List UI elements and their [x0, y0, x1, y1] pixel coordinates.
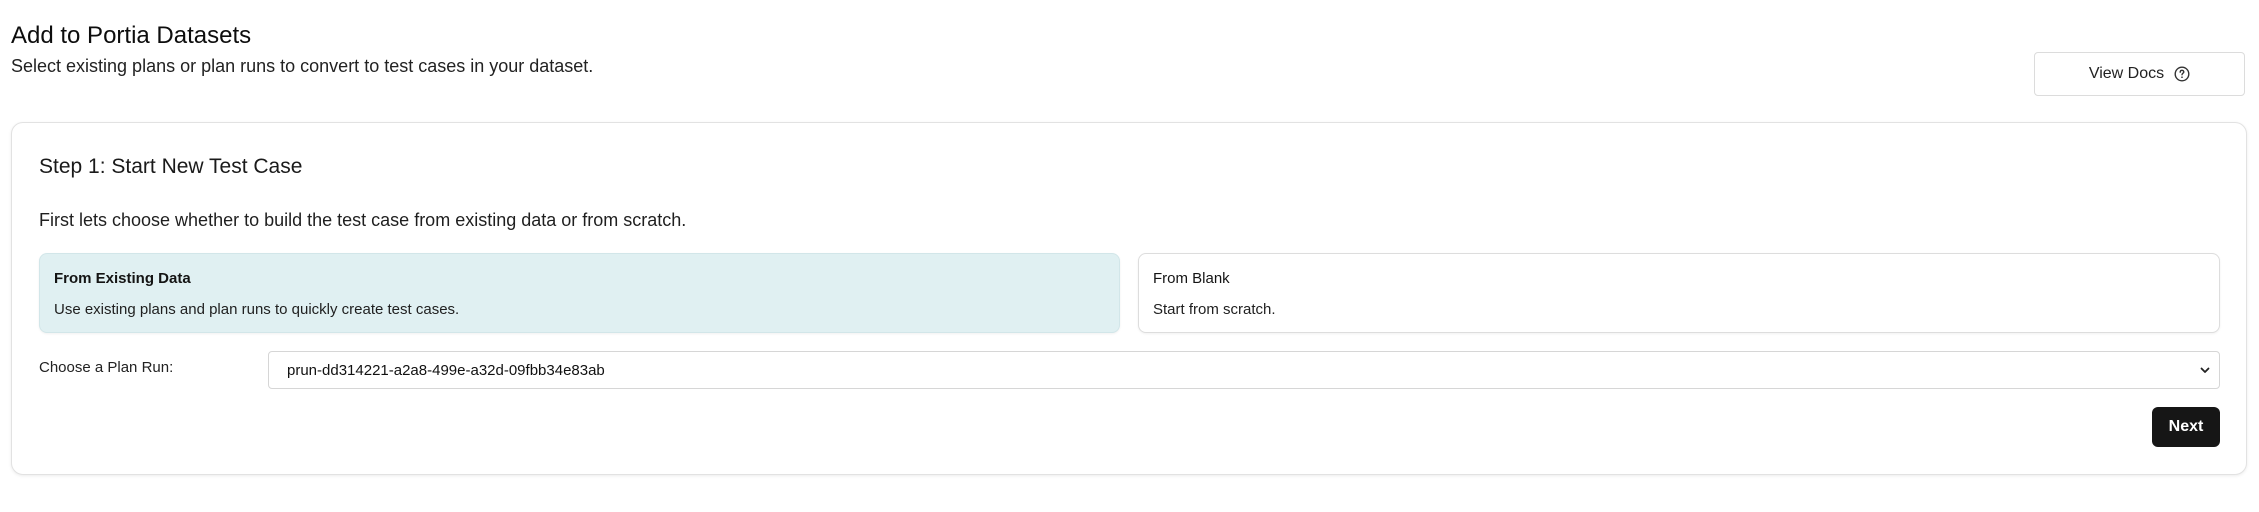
next-button[interactable]: Next: [2152, 407, 2220, 447]
option-from-blank[interactable]: From Blank Start from scratch.: [1138, 253, 2220, 333]
help-circle-icon: [2174, 66, 2190, 82]
view-docs-label: View Docs: [2088, 65, 2165, 82]
view-docs-button[interactable]: View Docs: [2034, 52, 2245, 96]
option-from-existing-data[interactable]: From Existing Data Use existing plans an…: [39, 253, 1120, 333]
plan-run-select[interactable]: prun-dd314221-a2a8-499e-a32d-09fbb34e83a…: [268, 351, 2220, 389]
step-description: First lets choose whether to build the t…: [39, 210, 687, 230]
option-description: Use existing plans and plan runs to quic…: [54, 301, 460, 318]
plan-run-value: prun-dd314221-a2a8-499e-a32d-09fbb34e83a…: [287, 361, 605, 379]
page: Add to Portia Datasets Select existing p…: [0, 0, 2259, 512]
page-title: Add to Portia Datasets: [11, 22, 252, 49]
step-card: Step 1: Start New Test Case First lets c…: [11, 122, 2247, 475]
option-title: From Existing Data: [54, 270, 191, 287]
plan-run-label: Choose a Plan Run:: [39, 359, 174, 376]
option-title: From Blank: [1153, 270, 1230, 287]
option-description: Start from scratch.: [1153, 301, 1276, 318]
chevron-down-icon: [2199, 364, 2211, 376]
page-subtitle: Select existing plans or plan runs to co…: [11, 56, 594, 76]
step-title: Step 1: Start New Test Case: [39, 155, 303, 178]
